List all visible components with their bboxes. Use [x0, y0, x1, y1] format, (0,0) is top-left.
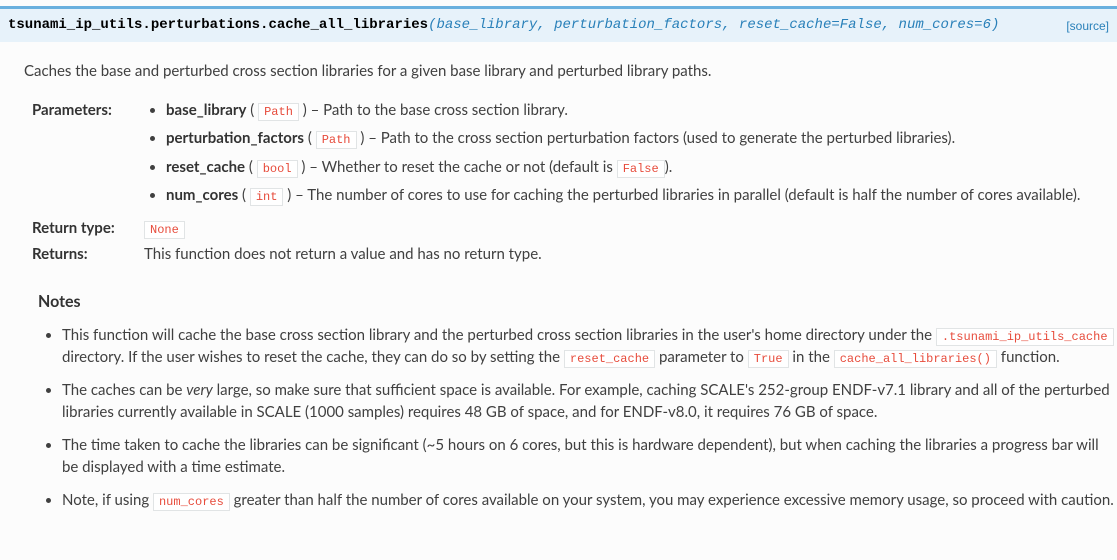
notes-list: This function will cache the base cross …	[24, 324, 1117, 512]
note-text: parameter to	[655, 348, 748, 366]
param-type: bool	[257, 160, 298, 178]
param-desc: – The number of cores to use for caching…	[291, 186, 1080, 204]
code-literal: .tsunami_ip_utils_cache	[936, 328, 1114, 346]
returns-body: This function does not return a value an…	[144, 243, 1117, 266]
parameters-label: Parameters:	[24, 99, 144, 122]
code-literal: False	[617, 160, 665, 178]
notes-header: Notes	[38, 290, 1117, 314]
param-item: num_cores ( int ) – The number of cores …	[166, 184, 1117, 207]
param-item: reset_cache ( bool ) – Whether to reset …	[166, 156, 1117, 179]
signature-params: (base_library, perturbation_factors, res…	[428, 17, 999, 33]
code-literal: num_cores	[153, 493, 230, 511]
note-item: This function will cache the base cross …	[62, 324, 1117, 369]
intro-text: Caches the base and perturbed cross sect…	[24, 60, 1117, 83]
param-name: base_library	[166, 101, 246, 119]
function-signature: tsunami_ip_utils.perturbations.cache_all…	[0, 6, 1117, 42]
param-desc: – Path to the base cross section library…	[307, 101, 568, 119]
return-type-body: None	[144, 217, 1117, 240]
param-desc: – Whether to reset the cache or not (def…	[305, 158, 616, 176]
note-item: Note, if using num_cores greater than ha…	[62, 489, 1117, 512]
note-item: The caches can be very large, so make su…	[62, 379, 1117, 424]
code-literal: reset_cache	[564, 350, 655, 368]
note-text: directory. If the user wishes to reset t…	[62, 348, 564, 366]
param-name: reset_cache	[166, 158, 245, 176]
param-type: int	[250, 188, 284, 206]
parameters-body: base_library ( Path ) – Path to the base…	[144, 99, 1117, 213]
param-desc: ).	[665, 158, 673, 176]
param-desc: – Path to the cross section perturbation…	[364, 129, 955, 147]
source-link[interactable]: [source]	[1066, 17, 1109, 35]
note-text: large, so make sure that sufficient spac…	[62, 381, 1110, 422]
doc-page: tsunami_ip_utils.perturbations.cache_all…	[0, 6, 1117, 511]
param-name: num_cores	[166, 186, 238, 204]
note-text: greater than half the number of cores av…	[230, 491, 1114, 509]
code-literal: True	[748, 350, 789, 368]
doc-body: Caches the base and perturbed cross sect…	[0, 42, 1117, 511]
note-text: function.	[997, 348, 1060, 366]
parameters-row: Parameters: base_library ( Path ) – Path…	[24, 99, 1117, 213]
param-item: perturbation_factors ( Path ) – Path to …	[166, 127, 1117, 150]
param-item: base_library ( Path ) – Path to the base…	[166, 99, 1117, 122]
param-name: perturbation_factors	[166, 129, 304, 147]
param-type: Path	[316, 131, 357, 149]
note-text: This function will cache the base cross …	[62, 326, 936, 344]
note-text: The caches can be	[62, 381, 186, 399]
note-item: The time taken to cache the libraries ca…	[62, 434, 1117, 479]
note-emphasis: very	[186, 381, 213, 399]
signature-qualname: tsunami_ip_utils.perturbations.cache_all…	[8, 17, 428, 33]
return-type-row: Return type: None	[24, 217, 1117, 240]
param-type: Path	[258, 103, 299, 121]
returns-label: Returns:	[24, 243, 144, 266]
returns-row: Returns: This function does not return a…	[24, 243, 1117, 266]
return-type-value: None	[144, 221, 185, 239]
parameter-list: base_library ( Path ) – Path to the base…	[144, 99, 1117, 207]
note-text: in the	[789, 348, 834, 366]
code-literal: cache_all_libraries()	[834, 350, 997, 368]
return-type-label: Return type:	[24, 217, 144, 240]
note-text: Note, if using	[62, 491, 153, 509]
